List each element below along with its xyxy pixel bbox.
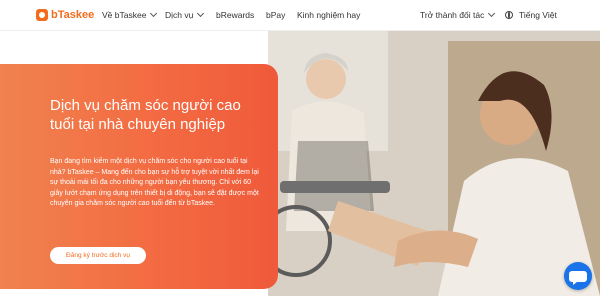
chat-button[interactable] <box>564 262 592 290</box>
nav-item-label: Về bTaskee <box>102 10 147 20</box>
language-switcher[interactable]: Tiếng Việt <box>505 10 557 20</box>
nav-item-about[interactable]: Về bTaskee <box>102 9 158 20</box>
hero-photo-illustration <box>268 31 600 296</box>
btaskee-logo-icon <box>36 9 48 21</box>
hero-title: Dịch vụ chăm sóc người cao tuổi tại nhà … <box>50 97 241 133</box>
top-navbar: bTaskee Về bTaskee Dịch vụ bRewards bPay… <box>0 0 600 31</box>
register-service-button[interactable]: Đăng ký trước dịch vụ <box>50 247 146 264</box>
language-label: Tiếng Việt <box>519 10 557 20</box>
nav-item-become-partner[interactable]: Trở thành đối tác <box>420 9 496 20</box>
chat-bubble-icon <box>569 271 587 285</box>
nav-item-label: bPay <box>266 10 286 20</box>
chevron-down-icon <box>150 9 158 18</box>
globe-icon <box>505 11 513 19</box>
nav-item-tips[interactable]: Kinh nghiệm hay <box>297 10 360 20</box>
nav-item-label: Trở thành đối tác <box>420 10 485 20</box>
hero-photo <box>268 31 600 296</box>
nav-item-label: Dịch vụ <box>165 10 194 20</box>
btaskee-logo[interactable]: bTaskee <box>36 9 94 21</box>
hero-description: Bạn đang tìm kiếm một dịch vụ chăm sóc c… <box>50 158 259 207</box>
chevron-down-icon <box>488 9 496 18</box>
logo-text: bTaskee <box>51 9 95 21</box>
chevron-down-icon <box>197 9 205 18</box>
nav-item-services[interactable]: Dịch vụ <box>165 9 205 20</box>
nav-item-label: Kinh nghiệm hay <box>297 10 361 20</box>
nav-item-bpay[interactable]: bPay <box>266 10 285 20</box>
nav-item-label: bRewards <box>216 10 255 20</box>
nav-item-brewards[interactable]: bRewards <box>216 10 254 20</box>
